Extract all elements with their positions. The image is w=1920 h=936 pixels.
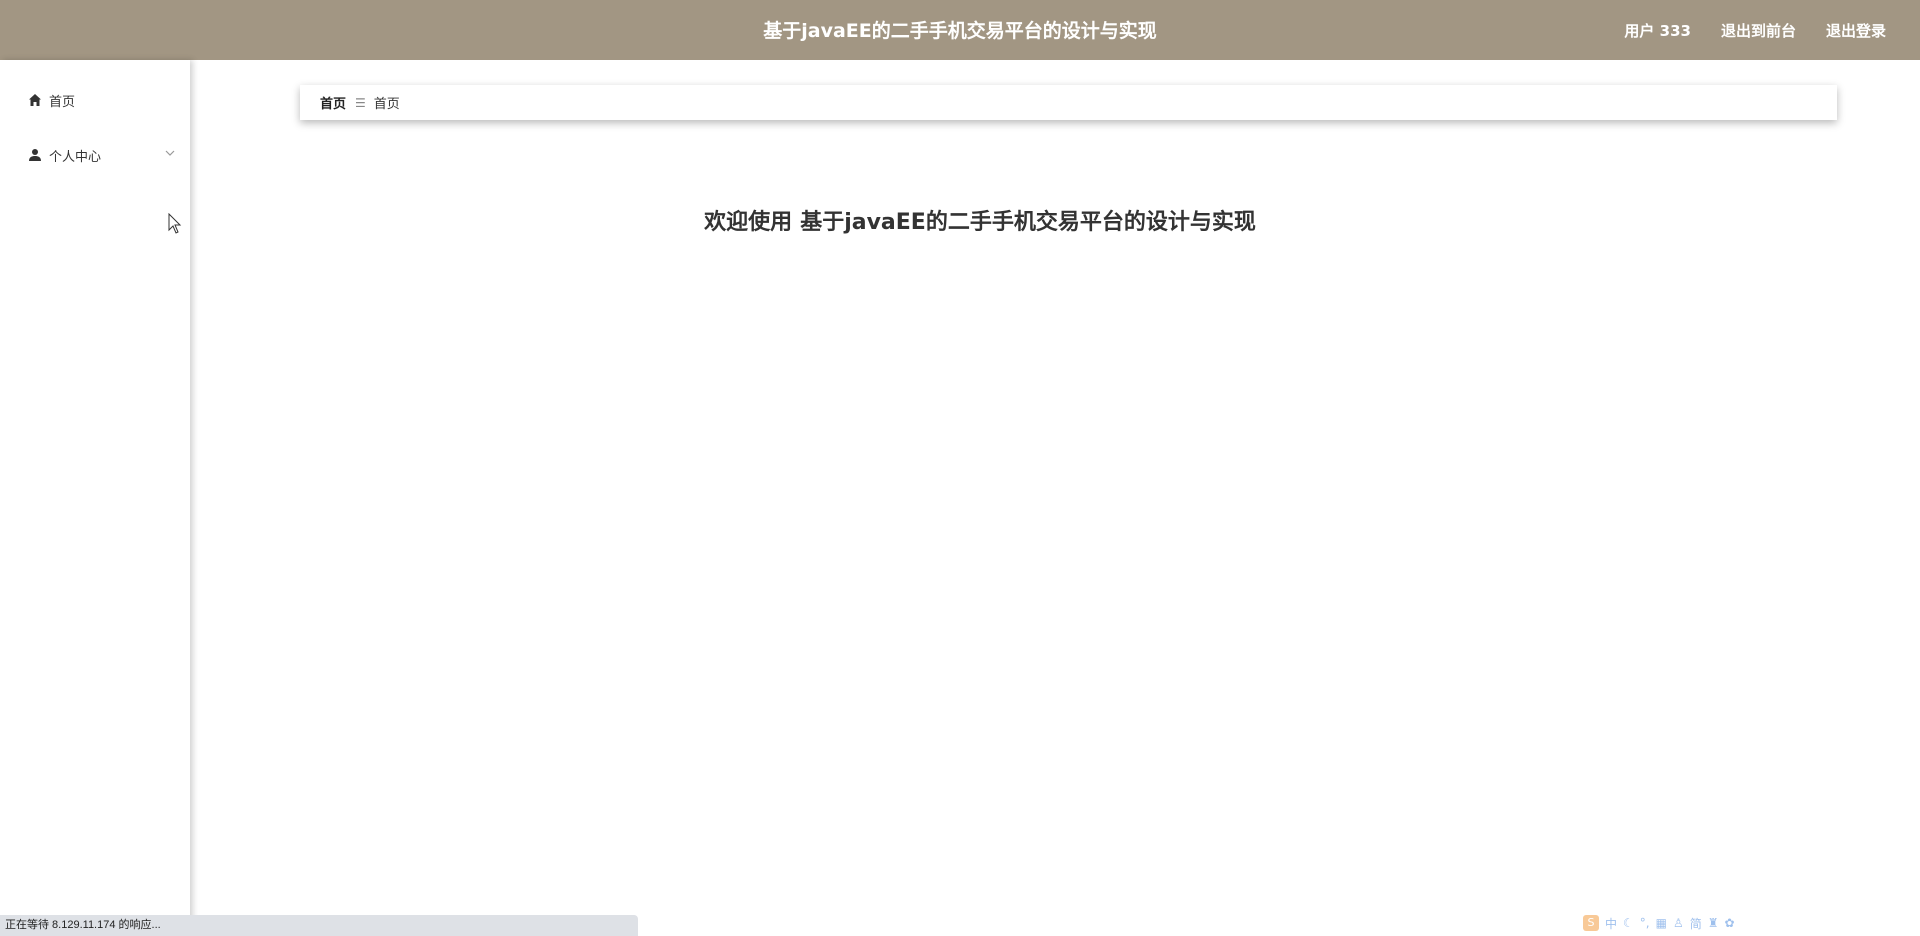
current-user-label: 用户 333 [1624, 21, 1691, 40]
welcome-prefix: 欢迎使用 [704, 210, 793, 235]
sidebar-item-personal-center[interactable]: 个人中心 [0, 135, 190, 175]
person-icon[interactable]: ♙ [1673, 916, 1684, 930]
welcome-heading: 欢迎使用 基于javaEE的二手手机交易平台的设计与实现 [0, 204, 1920, 236]
ime-simplified-mode[interactable]: 简 [1690, 915, 1702, 932]
breadcrumb-item-home[interactable]: 首页 [320, 93, 346, 112]
sidebar: 首页 个人中心 [0, 60, 190, 936]
go-frontend-link[interactable]: 退出到前台 [1721, 20, 1796, 41]
home-icon [27, 92, 43, 108]
ime-logo-icon[interactable]: S [1583, 915, 1599, 931]
breadcrumb: 首页 ☰ 首页 [300, 85, 1837, 120]
user-icon [27, 147, 43, 163]
chevron-down-icon[interactable] [164, 147, 176, 159]
sidebar-item-label: 首页 [49, 94, 76, 110]
keyboard-icon[interactable]: ▦ [1656, 916, 1667, 930]
breadcrumb-item-current: 首页 [373, 97, 400, 112]
browser-status-bar: 正在等待 8.129.11.174 的响应... [0, 915, 638, 936]
ime-toolbar: S 中 ☾ °, ▦ ♙ 简 ♜ ✿ [1583, 912, 1735, 934]
skin-icon[interactable]: ♜ [1708, 916, 1719, 930]
moon-icon[interactable]: ☾ [1623, 916, 1634, 930]
header-actions: 用户 333 退出到前台 退出登录 [1624, 0, 1886, 60]
sidebar-item-home[interactable]: 首页 [0, 80, 190, 120]
welcome-title: 基于javaEE的二手手机交易平台的设计与实现 [800, 210, 1256, 235]
breadcrumb-separator-icon: ☰ [355, 95, 366, 110]
ime-chinese-mode[interactable]: 中 [1605, 915, 1617, 932]
sidebar-item-label: 个人中心 [49, 149, 102, 165]
punctuation-icon[interactable]: °, [1640, 916, 1650, 930]
settings-gear-icon[interactable]: ✿ [1725, 916, 1735, 930]
top-header: 基于javaEE的二手手机交易平台的设计与实现 用户 333 退出到前台 退出登… [0, 0, 1920, 60]
logout-link[interactable]: 退出登录 [1826, 20, 1886, 41]
